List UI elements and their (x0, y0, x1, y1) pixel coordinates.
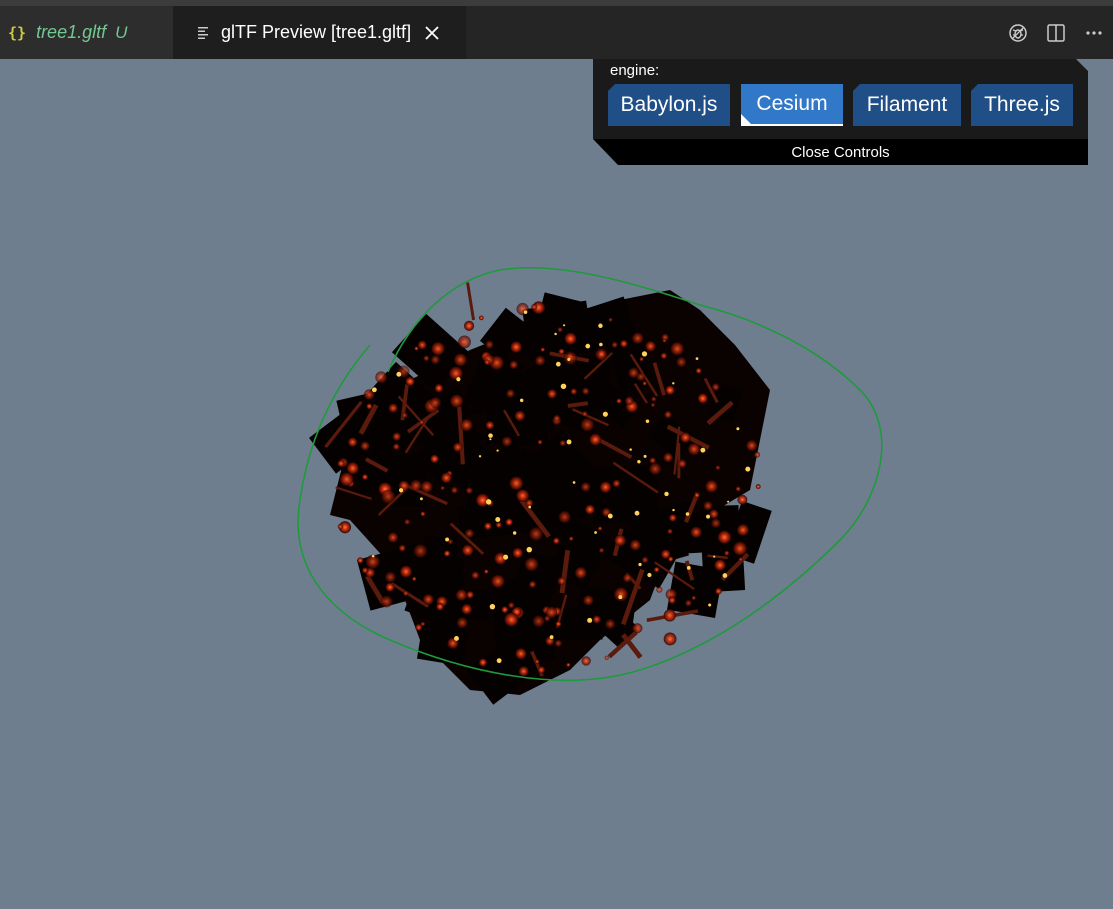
engine-button-threejs[interactable]: Three.js (971, 84, 1073, 126)
close-controls-label: Close Controls (791, 143, 890, 161)
selected-corner-marker (741, 114, 751, 124)
preview-icon (198, 26, 208, 39)
engine-button-label: Babylon.js (620, 93, 718, 116)
engine-button-label: Cesium (756, 92, 828, 115)
untracked-status-badge: U (115, 22, 128, 42)
more-actions-button[interactable] (1075, 14, 1113, 52)
engine-button-label: Three.js (984, 93, 1060, 116)
json-file-icon: {} (8, 23, 27, 42)
engine-button-babylonjs[interactable]: Babylon.js (608, 84, 730, 126)
split-editor-button[interactable] (1037, 14, 1075, 52)
engine-label: engine: (610, 62, 660, 79)
scene-canvas[interactable] (0, 59, 1113, 909)
debug-button[interactable] (999, 14, 1037, 52)
editor-actions (999, 6, 1113, 59)
tab-label: tree1.gltf (36, 22, 107, 42)
3d-viewport[interactable] (0, 59, 1113, 909)
tab-label: glTF Preview [tree1.gltf] (221, 22, 412, 42)
debug-icon (1009, 23, 1027, 42)
engine-button-filament[interactable]: Filament (853, 84, 961, 126)
tree-model (309, 282, 772, 705)
engine-button-label: Filament (866, 93, 948, 116)
close-icon[interactable] (424, 25, 440, 41)
editor-tab-bar: {} tree1.gltf U glTF Preview [tree1.gltf… (0, 6, 1113, 59)
controls-panel: engine: Babylon.js Cesium Filament Three… (593, 59, 1088, 165)
split-editor-icon (1047, 23, 1065, 42)
close-controls-button[interactable]: Close Controls (593, 139, 1088, 165)
engine-button-cesium[interactable]: Cesium (741, 84, 843, 126)
tab-gltf-preview[interactable]: glTF Preview [tree1.gltf] (173, 6, 466, 59)
more-actions-icon (1086, 30, 1102, 35)
tab-tree1-gltf[interactable]: {} tree1.gltf U (0, 6, 173, 59)
